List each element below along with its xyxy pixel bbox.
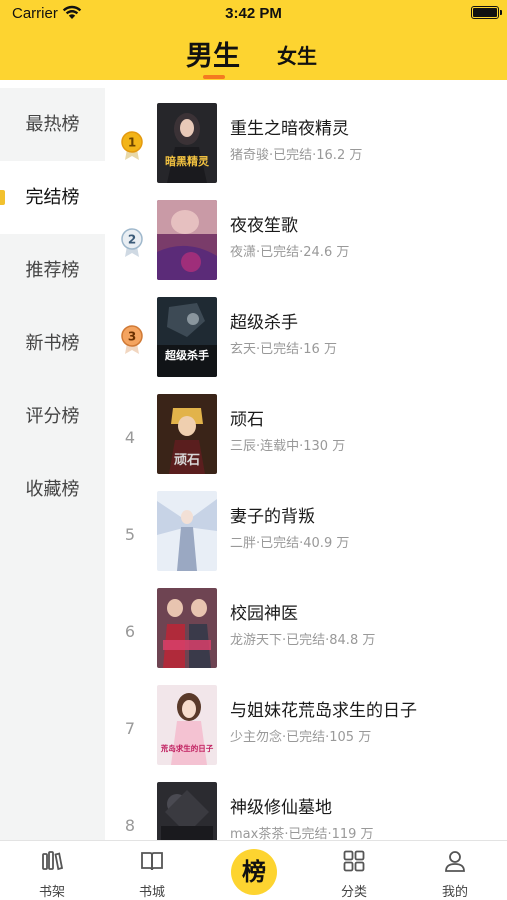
tab-male[interactable]: 男生 <box>186 34 240 73</box>
cover-art <box>157 491 217 571</box>
user-icon <box>445 851 465 872</box>
cover-art: 超级杀手 <box>157 297 217 377</box>
cover-art <box>157 588 217 668</box>
bottom-tab-bar: 书架 书城 榜 分类 我的 <box>0 840 507 900</box>
rank-number: 7 <box>124 719 136 738</box>
rank-number: 4 <box>124 428 136 447</box>
book-meta: 龙游天下·已完结·84.8 万 <box>230 633 376 648</box>
cover-art <box>157 200 217 280</box>
rank-number: 1 <box>128 136 136 150</box>
status-bar: Carrier 3:42 PM <box>0 0 507 28</box>
cover-title: 超级杀手 <box>164 348 209 362</box>
nav-ranking[interactable]: 榜 <box>231 849 277 895</box>
cover-title: 暗黑精灵 <box>165 154 210 168</box>
book-title[interactable]: 妻子的背叛 <box>230 502 315 527</box>
nav-label: 我的 <box>441 885 468 900</box>
book-item[interactable]: 1 暗黑精灵 重生之暗夜精灵 猪奇骏·已完结·16.2 万 <box>105 103 507 200</box>
book-cover[interactable] <box>157 491 217 571</box>
sidebar-item-favorites[interactable]: 收藏榜 <box>0 453 105 526</box>
battery-icon <box>471 6 502 19</box>
gender-tabs: 男生 女生 <box>0 34 507 79</box>
cover-art: 暗黑精灵 <box>157 103 217 183</box>
sidebar-item-hottest[interactable]: 最热榜 <box>0 88 105 161</box>
book-title[interactable]: 与姐妹花荒岛求生的日子 <box>230 696 417 721</box>
book-item[interactable]: 5 妻子的背叛 二胖·已完结·40.9 万 <box>105 491 507 588</box>
sidebar-item-recommended[interactable]: 推荐榜 <box>0 234 105 307</box>
book-meta: 夜潇·已完结·24.6 万 <box>230 245 350 260</box>
book-meta: 玄天·已完结·16 万 <box>230 342 337 357</box>
status-time: 3:42 PM <box>225 5 282 22</box>
nav-profile[interactable]: 我的 <box>410 841 500 900</box>
book-title[interactable]: 神级修仙墓地 <box>230 793 332 818</box>
tab-active-indicator <box>203 75 225 79</box>
header: Carrier 3:42 PM 男生 女生 <box>0 0 507 80</box>
book-meta: 二胖·已完结·40.9 万 <box>230 536 350 551</box>
book-item[interactable]: 2 夜夜笙歌 夜潇·已完结·24.6 万 <box>105 200 507 297</box>
book-title[interactable]: 超级杀手 <box>230 308 298 333</box>
tab-female[interactable]: 女生 <box>277 40 317 69</box>
book-cover[interactable]: 荒岛求生的日子 <box>157 685 217 765</box>
book-title[interactable]: 校园神医 <box>230 599 298 624</box>
ranking-sidebar: 最热榜 完结榜 推荐榜 新书榜 评分榜 收藏榜 <box>0 88 105 840</box>
book-item[interactable]: 6 校园神医 龙游天下·已完结·84.8 万 <box>105 588 507 685</box>
book-cover[interactable]: 超级杀手 <box>157 297 217 377</box>
nav-bookstore[interactable]: 书城 <box>107 841 197 900</box>
book-cover[interactable]: 顽石 <box>157 394 217 474</box>
rank-number: 8 <box>124 816 136 835</box>
silver-medal-icon: 2 <box>121 228 143 257</box>
nav-bookshelf[interactable]: 书架 <box>7 841 97 900</box>
cover-art: 荒岛求生的日子 <box>157 685 217 765</box>
nav-label: 书城 <box>138 885 165 900</box>
cover-title: 荒岛求生的日子 <box>160 743 214 753</box>
nav-category[interactable]: 分类 <box>309 841 399 900</box>
bookshelf-icon <box>42 851 64 871</box>
sidebar-item-completed[interactable]: 完结榜 <box>0 161 105 234</box>
book-open-icon <box>141 852 163 871</box>
rank-number: 6 <box>124 622 136 641</box>
book-meta: 三辰·连载中·130 万 <box>230 439 346 454</box>
book-title[interactable]: 顽石 <box>230 405 264 430</box>
cover-art: 顽石 <box>157 394 217 474</box>
book-item[interactable]: 4 顽石 顽石 三辰·连载中·130 万 <box>105 394 507 491</box>
book-meta: 少主勿念·已完结·105 万 <box>230 730 372 745</box>
book-title[interactable]: 夜夜笙歌 <box>230 211 298 236</box>
cover-title: 顽石 <box>174 453 200 468</box>
nav-label: 书架 <box>38 885 65 900</box>
category-grid-icon <box>343 850 365 872</box>
sidebar-item-rating[interactable]: 评分榜 <box>0 380 105 453</box>
book-meta: 猪奇骏·已完结·16.2 万 <box>230 148 363 163</box>
rank-number: 5 <box>124 525 136 544</box>
nav-label: 分类 <box>340 885 367 900</box>
sidebar-item-new-books[interactable]: 新书榜 <box>0 307 105 380</box>
book-cover[interactable] <box>157 200 217 280</box>
book-cover[interactable] <box>157 588 217 668</box>
gold-medal-icon: 1 <box>121 131 143 160</box>
rank-number: 2 <box>128 233 136 247</box>
book-cover[interactable]: 暗黑精灵 <box>157 103 217 183</box>
rank-number: 3 <box>128 330 136 344</box>
bronze-medal-icon: 3 <box>121 325 143 354</box>
book-title[interactable]: 重生之暗夜精灵 <box>230 114 349 139</box>
book-item[interactable]: 3 超级杀手 超级杀手 玄天·已完结·16 万 <box>105 297 507 394</box>
book-item[interactable]: 7 荒岛求生的日子 与姐妹花荒岛求生的日子 少主勿念·已完结·105 万 <box>105 685 507 782</box>
